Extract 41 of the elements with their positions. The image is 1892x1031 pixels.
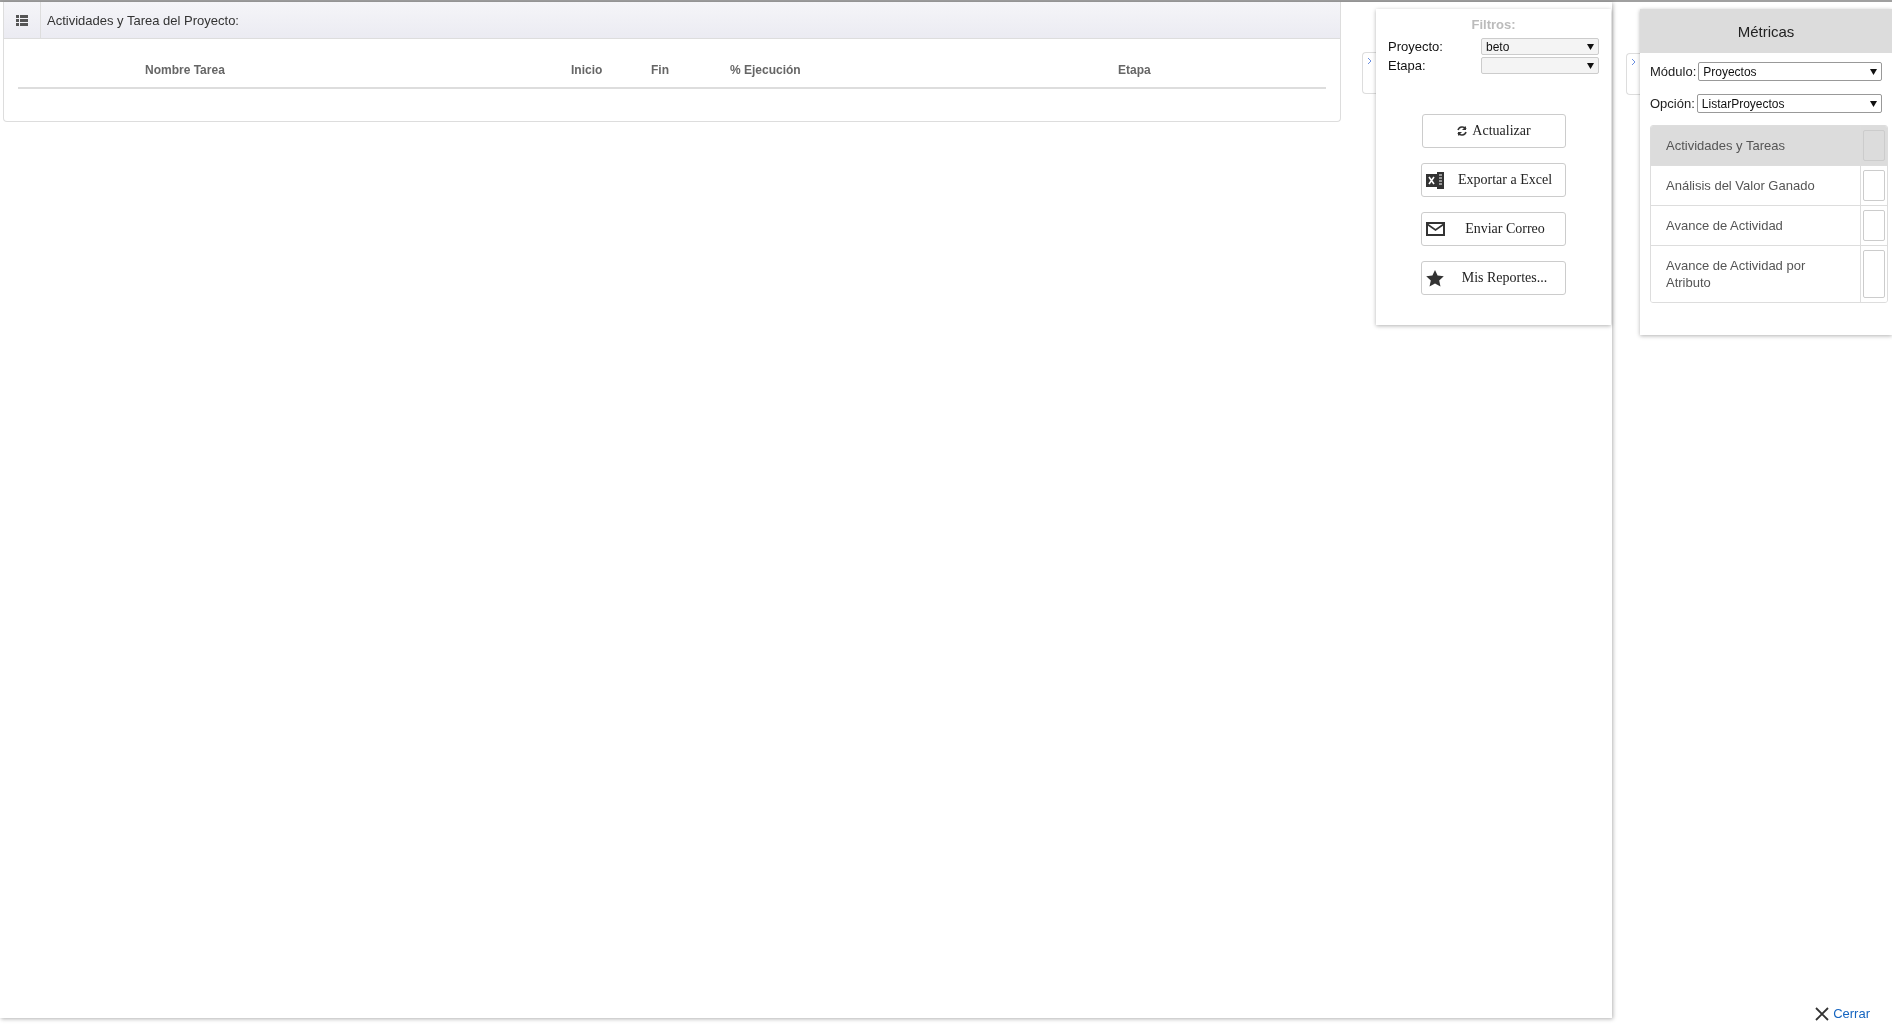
chevron-right-icon[interactable]: [1367, 57, 1372, 65]
dropdown-caret-icon: [1870, 68, 1877, 75]
action-button[interactable]: Mis Reportes...: [1421, 261, 1566, 295]
report-list-item[interactable]: Actividades y Tareas: [1651, 126, 1887, 165]
column-header: % Ejecución: [730, 63, 802, 77]
star-icon: [1426, 269, 1444, 287]
field-label: Módulo:: [1650, 64, 1697, 79]
refresh-icon: [1456, 125, 1469, 137]
field-label: Etapa:: [1388, 58, 1426, 73]
dropdown-field[interactable]: Proyectos: [1698, 62, 1882, 81]
action-button[interactable]: Actualizar: [1421, 114, 1566, 148]
field-label: Proyecto:: [1388, 39, 1443, 54]
metrics-title: Métricas: [1640, 9, 1892, 53]
report-list-item[interactable]: Avance de Actividad: [1651, 205, 1887, 245]
dropdown-field[interactable]: [1481, 57, 1599, 74]
column-header: Inicio: [571, 63, 604, 77]
dropdown-caret-icon: [1587, 62, 1594, 69]
close-link[interactable]: Cerrar: [1815, 1006, 1870, 1021]
list-icon[interactable]: [16, 14, 28, 26]
envelope-icon: [1426, 222, 1445, 236]
dropdown-caret-icon: [1870, 100, 1877, 107]
excel-icon: [1426, 171, 1445, 189]
report-list-item[interactable]: Análisis del Valor Ganado: [1651, 165, 1887, 205]
action-button[interactable]: Exportar a Excel: [1421, 163, 1566, 197]
dropdown-caret-icon: [1587, 43, 1594, 50]
close-icon: [1815, 1006, 1830, 1021]
panel-title: Actividades y Tarea del Proyecto:: [46, 12, 239, 28]
action-button[interactable]: Enviar Correo: [1421, 212, 1566, 246]
chevron-right-icon[interactable]: [1631, 58, 1636, 66]
column-header: Etapa: [1118, 63, 1152, 77]
column-header: Nombre Tarea: [144, 63, 226, 77]
collapse-tab[interactable]: [1362, 52, 1376, 94]
column-header: Fin: [651, 63, 670, 77]
report-list-item[interactable]: Avance de Actividad por Atributo: [1651, 245, 1887, 302]
field-label: Opción:: [1650, 96, 1695, 111]
filters-title: Filtros:: [1471, 17, 1516, 32]
dropdown-field[interactable]: beto: [1481, 38, 1599, 55]
checkbox[interactable]: [1863, 250, 1885, 298]
checkbox[interactable]: [1863, 170, 1885, 201]
checkbox[interactable]: [1863, 210, 1885, 241]
dropdown-field[interactable]: ListarProyectos: [1696, 94, 1882, 113]
